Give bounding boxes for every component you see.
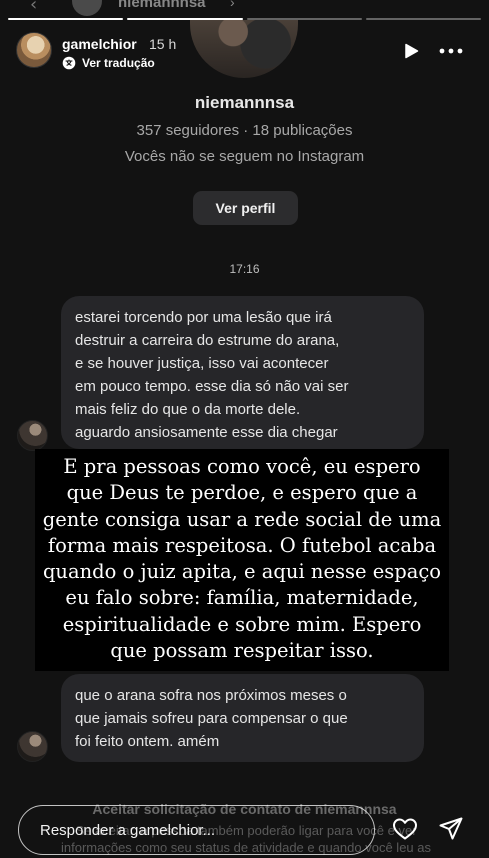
caption-line: forma mais respeitosa. O futebol acaba	[47, 533, 437, 557]
progress-segment	[8, 18, 124, 20]
chevron-right-icon: ›	[230, 0, 235, 10]
send-icon[interactable]	[438, 816, 464, 842]
caption-line: E pra pessoas como você, eu espero	[63, 455, 421, 478]
message-line: que o arana sofra nos próximos meses o	[75, 687, 347, 704]
caption-line: espiritualidade e sobre mim. Espero	[62, 612, 422, 636]
view-profile-button[interactable]: Ver perfil	[193, 191, 298, 225]
story-caption-overlay: E pra pessoas como você, eu espero que D…	[35, 449, 449, 671]
ghost-avatar	[72, 0, 102, 16]
message-timestamp: 17:16	[229, 262, 260, 276]
message-line: mais feliz do que o da morte dele.	[75, 401, 301, 418]
caption-line: que possam respeitar isso.	[110, 639, 374, 663]
translate-label: Ver tradução	[82, 56, 155, 70]
story-header: gamelchior 15 h Ver tradução	[16, 32, 476, 76]
dm-follow-status: Vocês não se seguem no Instagram	[124, 148, 365, 165]
message-line: destruir a carreira do estrume do arana,	[75, 332, 340, 349]
play-icon[interactable]	[402, 42, 420, 60]
story-avatar[interactable]	[16, 32, 52, 68]
message-line: estarei torcendo por uma lesão que irá	[75, 309, 332, 326]
translate-icon	[62, 56, 76, 70]
reply-placeholder: Responder a gamelchior...	[40, 822, 216, 839]
message-line: e se houver justiça, isso vai acontecer	[75, 355, 329, 372]
message-line: que jamais sofreu para compensar o que	[75, 710, 348, 727]
message-line: aguardo ansiosamente esse dia chegar	[75, 424, 338, 441]
caption-line: quando o juiz apita, e aqui nesse espaço	[42, 560, 442, 584]
back-arrow-icon: ‹	[30, 0, 38, 15]
story-viewer: ‹ niemannnsa › gamelchior 15 h Ver tradu…	[0, 0, 489, 858]
message-bubble: estarei torcendo por uma lesão que irá d…	[61, 296, 424, 449]
story-time: 15 h	[149, 36, 177, 52]
sender-avatar	[17, 731, 48, 762]
sender-avatar	[17, 420, 48, 451]
message-line: foi feito ontem. amém	[75, 733, 220, 750]
story-username[interactable]: gamelchior	[62, 36, 137, 52]
progress-segment	[365, 18, 481, 20]
caption-line: que Deus te perdoe, e espero que a	[66, 481, 418, 505]
message-bubble: que o arana sofra nos próximos meses o q…	[61, 674, 424, 762]
dm-profile-stats: 357 seguidores · 18 publicações	[136, 122, 353, 139]
caption-line: eu falo sobre: família, maternidade,	[65, 586, 419, 610]
heart-icon[interactable]	[392, 817, 418, 841]
caption-line: gente consiga usar a rede social de uma	[42, 507, 442, 531]
translate-button[interactable]: Ver tradução	[62, 56, 155, 70]
message-line: em pouco tempo. esse dia só não vai ser	[75, 378, 349, 395]
more-icon[interactable]	[438, 42, 464, 60]
ghost-username: niemannnsa	[118, 0, 206, 11]
dm-profile-username: niemannnsa	[194, 93, 295, 112]
